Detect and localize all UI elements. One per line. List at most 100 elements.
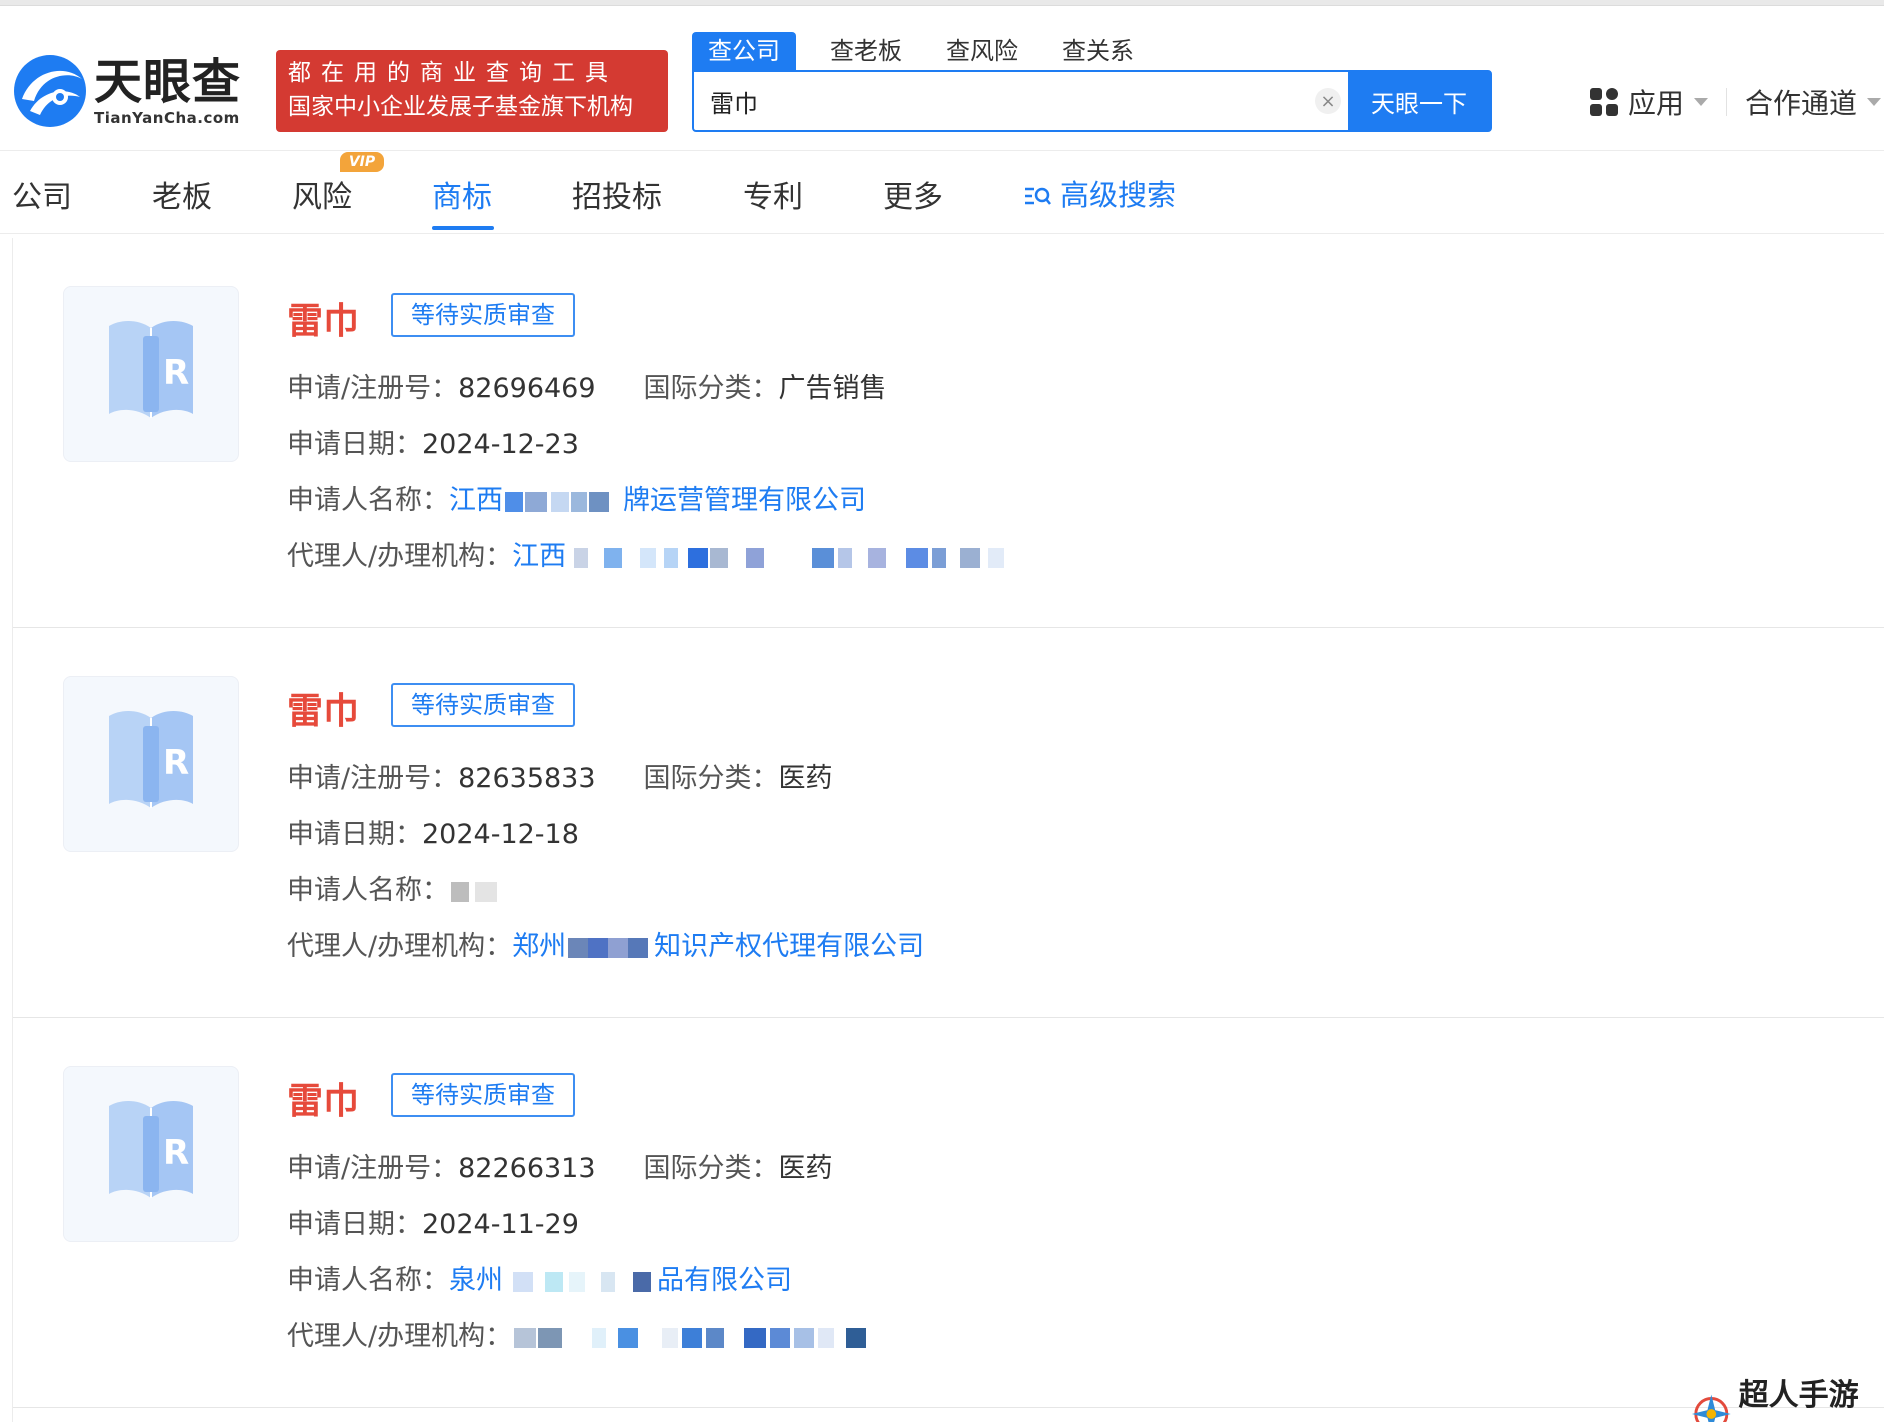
eye-logo-icon (12, 53, 88, 129)
intl-class-label: 国际分类： (643, 373, 779, 404)
svg-text:R: R (163, 353, 189, 393)
trademark-thumbnail[interactable]: R (63, 676, 239, 852)
applicant-link[interactable]: 泉州 品有限公司 (449, 1265, 792, 1296)
partner-menu-label[interactable]: 合作通道 (1745, 82, 1857, 122)
reg-no-value: 82266313 (458, 1153, 596, 1184)
agent-name-prefix: 江西 (512, 541, 567, 572)
date-row: 申请日期：2024-11-29 (287, 1202, 579, 1241)
agent-row: 代理人/办理机构：郑州 知识产权代理有限公司 (287, 924, 924, 963)
redacted-mosaic (514, 1324, 874, 1352)
date-row: 申请日期：2024-12-18 (287, 812, 579, 851)
apply-date-value: 2024-12-23 (422, 429, 579, 460)
redacted-mosaic (505, 488, 621, 516)
trademark-results-list: R 雷巾 等待实质审查 申请/注册号：82696469 国际分类：广告销售 申请日… (12, 238, 1884, 1422)
reg-row: 申请/注册号：82635833 国际分类：医药 (287, 756, 833, 795)
watermark-text: 超人手游网 (1738, 1378, 1859, 1413)
apps-menu-label[interactable]: 应用 (1628, 82, 1684, 122)
trademark-name[interactable]: 雷巾 (287, 682, 359, 734)
reg-no-label: 申请/注册号： (287, 373, 459, 404)
applicant-link[interactable]: 江西 牌运营管理有限公司 (449, 485, 866, 516)
apply-date-value: 2024-11-29 (422, 1209, 579, 1240)
header-actions: 应用 合作通道 (1590, 82, 1882, 122)
apply-date-label: 申请日期： (287, 819, 422, 850)
agent-link[interactable]: 江西 (512, 541, 1040, 572)
advanced-search-label: 高级搜索 (1060, 178, 1177, 212)
advanced-search-link[interactable]: 高级搜索 (1024, 172, 1176, 214)
trademark-card: R 雷巾 等待实质审查 申请/注册号：82635833 国际分类：医药 申请日期：… (13, 628, 1884, 1018)
close-icon: × (1315, 88, 1341, 114)
applicant-row: 申请人名称： (287, 868, 503, 907)
status-badge: 等待实质审查 (391, 1073, 575, 1117)
agent-row: 代理人/办理机构：江西 (287, 534, 1040, 573)
applicant-row: 申请人名称：江西 牌运营管理有限公司 (287, 478, 866, 517)
agent-link[interactable]: 郑州 知识产权代理有限公司 (512, 931, 924, 962)
svg-text:R: R (163, 743, 189, 783)
applicant-label: 申请人名称： (287, 1265, 449, 1296)
intl-class-value: 医药 (778, 1153, 833, 1184)
header-divider (1726, 88, 1728, 116)
tab-search-boss[interactable]: 查老板 (814, 32, 918, 70)
tab-search-risk[interactable]: 查风险 (930, 32, 1034, 70)
logo-name-cn: 天眼查 (94, 54, 242, 110)
intl-class-label: 国际分类： (643, 1153, 779, 1184)
applicant-name-prefix: 泉州 (449, 1265, 503, 1296)
trademark-book-icon: R (109, 1101, 193, 1198)
nav-item-more[interactable]: 更多 (883, 172, 943, 216)
agent-label: 代理人/办理机构： (287, 931, 513, 962)
status-badge: 等待实质审查 (391, 683, 575, 727)
nav-item-bidding[interactable]: 招投标 (572, 172, 662, 216)
status-badge: 等待实质审查 (391, 293, 575, 337)
apply-date-label: 申请日期： (287, 429, 422, 460)
nav-item-trademark[interactable]: 商标 (432, 172, 492, 216)
clear-search-button[interactable]: × (1308, 72, 1348, 130)
nav-item-risk[interactable]: 风险 (292, 172, 352, 216)
site-logo[interactable]: 天眼查 TianYanCha.com (12, 48, 262, 134)
trademark-book-icon: R (109, 711, 193, 808)
nav-item-company[interactable]: 公司 (12, 172, 72, 216)
reg-row: 申请/注册号：82266313 国际分类：医药 (287, 1146, 833, 1185)
search-input[interactable] (694, 72, 1308, 130)
site-watermark: 超人手游网 (1690, 1370, 1884, 1422)
search-bar: × 天眼一下 (692, 70, 1492, 132)
trademark-thumbnail[interactable]: R (63, 286, 239, 462)
tab-search-relation[interactable]: 查关系 (1046, 32, 1150, 70)
site-header: 天眼查 TianYanCha.com 都在用的商业查询工具 国家中小企业发展子基… (0, 6, 1884, 151)
redacted-mosaic (568, 544, 1038, 572)
agent-name-suffix: 知识产权代理有限公司 (654, 931, 925, 962)
search-submit-button[interactable]: 天眼一下 (1348, 72, 1490, 130)
agent-link[interactable] (512, 1321, 876, 1352)
slogan-banner: 都在用的商业查询工具 国家中小企业发展子基金旗下机构 (276, 50, 668, 132)
nav-item-boss[interactable]: 老板 (152, 172, 212, 216)
nav-item-patent[interactable]: 专利 (743, 172, 803, 216)
intl-class-value: 广告销售 (778, 373, 887, 404)
applicant-name-suffix: 品有限公司 (657, 1265, 792, 1296)
advanced-search-icon (1024, 181, 1052, 205)
redacted-mosaic (568, 934, 652, 962)
chevron-down-icon[interactable] (1867, 98, 1882, 106)
logo-name-en: TianYanCha.com (94, 109, 240, 127)
reg-no-value: 82696469 (458, 373, 596, 404)
search-type-tabs: 查公司 查老板 查风险 查关系 (692, 32, 1162, 70)
trademark-thumbnail[interactable]: R (63, 1066, 239, 1242)
reg-no-value: 82635833 (458, 763, 596, 794)
trademark-name[interactable]: 雷巾 (287, 292, 359, 344)
slogan-line-2: 国家中小企业发展子基金旗下机构 (288, 94, 633, 120)
applicant-row: 申请人名称：泉州 品有限公司 (287, 1258, 792, 1297)
category-nav: 公司 老板 风险 VIP 商标 招投标 专利 更多 高级搜索 (0, 152, 1884, 234)
redacted-mosaic (505, 1268, 655, 1296)
agent-label: 代理人/办理机构： (287, 1321, 513, 1352)
vip-badge: VIP (340, 152, 384, 172)
applicant-name-prefix: 江西 (449, 485, 503, 516)
apps-grid-icon (1590, 88, 1618, 116)
trademark-book-icon: R (109, 321, 193, 418)
trademark-name[interactable]: 雷巾 (287, 1072, 359, 1124)
chevron-down-icon[interactable] (1694, 98, 1709, 106)
date-row: 申请日期：2024-12-23 (287, 422, 579, 461)
reg-row: 申请/注册号：82696469 国际分类：广告销售 (287, 366, 887, 405)
reg-no-label: 申请/注册号： (287, 763, 459, 794)
agent-name-prefix: 郑州 (512, 931, 567, 962)
intl-class-label: 国际分类： (643, 763, 779, 794)
apply-date-value: 2024-12-18 (422, 819, 579, 850)
svg-text:R: R (163, 1133, 189, 1173)
tab-search-company[interactable]: 查公司 (692, 32, 796, 70)
